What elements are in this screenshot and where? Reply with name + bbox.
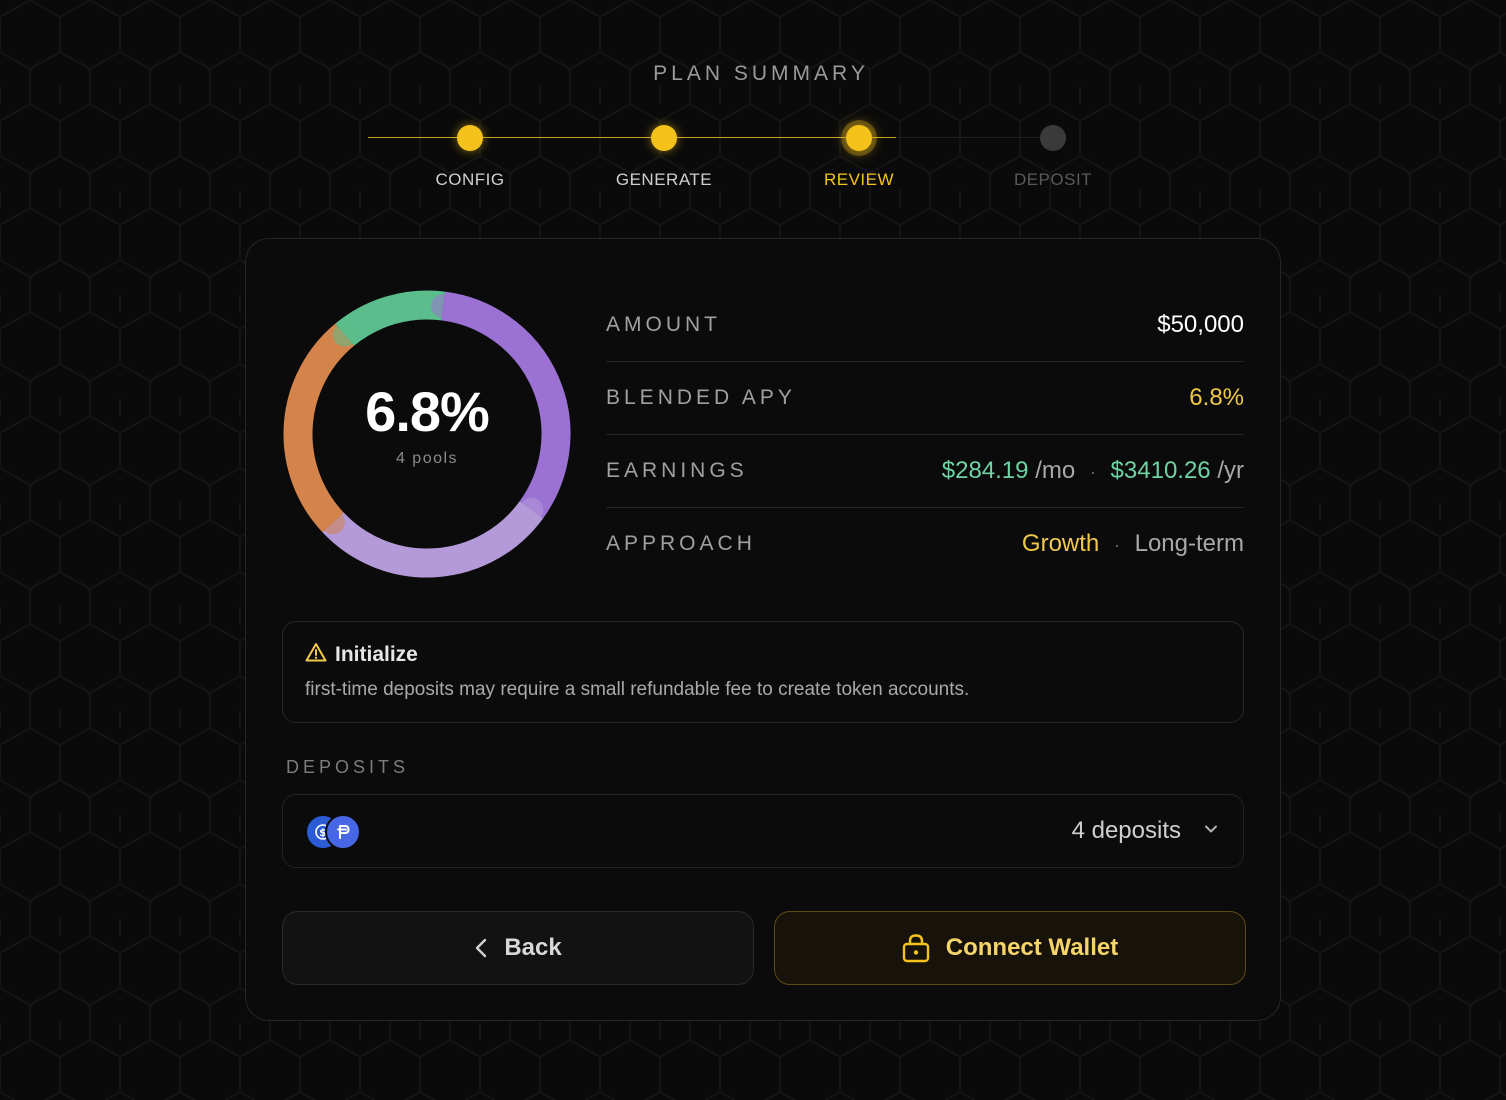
chevron-left-icon — [474, 937, 488, 959]
stat-row-apy: BLENDED APY 6.8% — [606, 362, 1244, 435]
step-label-review[interactable]: REVIEW — [779, 170, 939, 190]
chevron-down-icon[interactable] — [1203, 821, 1219, 842]
warning-icon — [305, 642, 327, 667]
initialize-notice: Initialize first-time deposits may requi… — [282, 621, 1244, 723]
back-button[interactable]: Back — [282, 911, 754, 985]
donut-pool-count: 4 pools — [395, 449, 459, 467]
donut-apy-value: 6.8% — [365, 379, 490, 443]
back-button-label: Back — [504, 934, 562, 961]
allocation-donut: 6.8% 4 pools — [282, 289, 572, 579]
lock-icon — [902, 933, 930, 963]
amount-value: $50,000 — [1157, 311, 1244, 338]
stepper-line-complete — [368, 137, 896, 138]
step-label-deposit: DEPOSIT — [1013, 170, 1093, 189]
earnings-yearly-unit: /yr — [1217, 457, 1244, 484]
step-label-generate[interactable]: GENERATE — [584, 170, 744, 190]
notice-body: first-time deposits may require a small … — [305, 679, 970, 700]
progress-stepper: CONFIG GENERATE REVIEW DEPOSIT — [0, 0, 1506, 230]
approach-label: APPROACH — [606, 532, 756, 555]
step-dot-generate[interactable] — [651, 125, 677, 151]
plan-summary-card: 6.8% 4 pools AMOUNT $50,000 BLENDED APY … — [245, 238, 1281, 1021]
stat-row-earnings: EARNINGS $284.19 /mo · $3410.26 /yr — [606, 435, 1244, 508]
approach-separator: · — [1113, 535, 1120, 555]
apy-label: BLENDED APY — [606, 386, 796, 409]
stat-row-approach: APPROACH Growth · Long-term — [606, 508, 1244, 580]
step-dot-deposit — [1040, 125, 1066, 151]
earnings-monthly-unit: /mo — [1035, 457, 1076, 484]
approach-horizon: Long-term — [1134, 530, 1244, 557]
plan-stats: AMOUNT $50,000 BLENDED APY 6.8% EARNINGS… — [606, 289, 1244, 580]
earnings-yearly: $3410.26 — [1110, 457, 1211, 484]
step-dot-config[interactable] — [457, 125, 483, 151]
earnings-separator: · — [1089, 462, 1096, 482]
deposits-label: DEPOSITS — [286, 757, 410, 777]
deposits-dropdown[interactable]: $ 4 deposits — [282, 794, 1244, 868]
deposits-count: 4 deposits — [1071, 817, 1181, 844]
step-label-config[interactable]: CONFIG — [390, 170, 550, 190]
earnings-label: EARNINGS — [606, 459, 748, 482]
notice-title: Initialize — [335, 642, 418, 666]
apy-value: 6.8% — [1189, 384, 1244, 411]
connect-wallet-label: Connect Wallet — [945, 934, 1119, 961]
amount-label: AMOUNT — [606, 313, 721, 336]
step-dot-review[interactable] — [846, 125, 872, 151]
pyusd-token-icon — [325, 814, 361, 850]
stepper-line-pending — [896, 137, 1056, 138]
earnings-monthly: $284.19 — [941, 457, 1029, 484]
approach-risk: Growth — [1021, 530, 1100, 557]
connect-wallet-button[interactable]: Connect Wallet — [774, 911, 1246, 985]
stat-row-amount: AMOUNT $50,000 — [606, 289, 1244, 362]
